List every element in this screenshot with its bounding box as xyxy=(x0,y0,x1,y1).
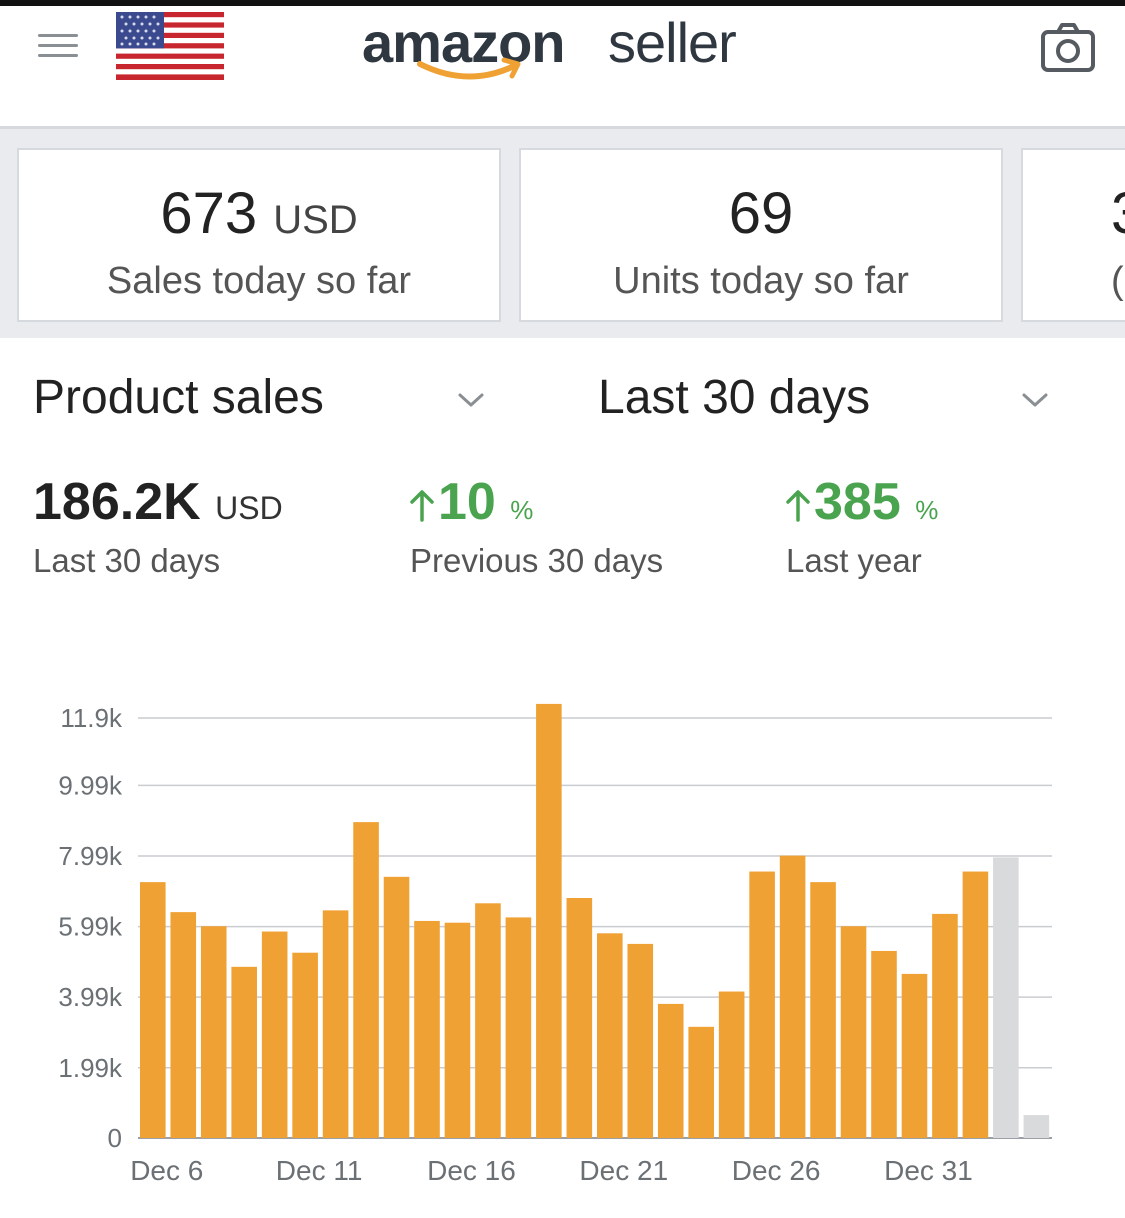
arrow-up-icon xyxy=(786,490,810,523)
units-today-value: 69 xyxy=(728,181,794,246)
x-tick-label: Dec 16 xyxy=(427,1155,516,1186)
bar[interactable] xyxy=(566,898,593,1138)
x-tick-label: Dec 6 xyxy=(130,1155,203,1186)
logo-word-seller: seller xyxy=(608,11,737,74)
bar[interactable] xyxy=(749,871,775,1138)
last-year-value-row: 385 % xyxy=(786,472,938,534)
us-flag-icon[interactable] xyxy=(116,12,224,80)
bar[interactable] xyxy=(688,1026,714,1138)
bar[interactable] xyxy=(1023,1115,1050,1138)
total-sales-value-row: 186.2K USD xyxy=(33,472,283,534)
bar[interactable] xyxy=(505,917,532,1138)
bar[interactable] xyxy=(810,882,836,1138)
bar[interactable] xyxy=(261,931,288,1138)
units-today-card[interactable]: 69 Units today so far xyxy=(519,148,1003,322)
smile-arrow-icon xyxy=(417,57,521,80)
bar[interactable] xyxy=(414,920,440,1138)
camera-icon[interactable] xyxy=(1040,22,1096,74)
bar[interactable] xyxy=(932,913,958,1138)
metric-dropdown[interactable]: Product sales xyxy=(33,370,324,425)
bar[interactable] xyxy=(292,952,318,1138)
total-sales-stat: 186.2K USD Last 30 days xyxy=(33,472,283,580)
previous-period-label: Previous 30 days xyxy=(410,542,664,579)
bar[interactable] xyxy=(200,926,227,1138)
previous-period-value: 10 xyxy=(438,473,496,531)
chevron-down-icon[interactable] xyxy=(1020,390,1050,410)
bar[interactable] xyxy=(322,910,349,1138)
x-tick-label: Dec 21 xyxy=(579,1155,668,1186)
x-tick-label: Dec 11 xyxy=(276,1155,363,1186)
previous-period-unit: % xyxy=(510,495,534,525)
third-card-value: 3 xyxy=(1023,180,1125,247)
y-tick-label: 9.99k xyxy=(58,770,123,800)
sales-today-value-row: 673 USD xyxy=(19,180,499,247)
third-card-label: ( xyxy=(1111,260,1124,302)
bar[interactable] xyxy=(657,1003,684,1138)
bar[interactable] xyxy=(444,922,471,1138)
bar[interactable] xyxy=(840,926,867,1138)
amazon-seller-logo: amazon seller xyxy=(362,6,782,86)
chart-selectors: Product sales Last 30 days xyxy=(0,338,1125,448)
y-tick-label: 11.9k xyxy=(60,703,123,733)
bar[interactable] xyxy=(140,882,166,1138)
bar[interactable] xyxy=(536,703,562,1138)
last-year-label: Last year xyxy=(786,542,922,579)
total-sales-unit: USD xyxy=(215,490,283,526)
bar[interactable] xyxy=(871,950,897,1138)
bar[interactable] xyxy=(718,991,745,1138)
previous-period-value-row: 10 % xyxy=(410,472,663,534)
chevron-down-icon[interactable] xyxy=(456,390,486,410)
y-tick-label: 7.99k xyxy=(58,841,123,871)
bar[interactable] xyxy=(475,903,501,1138)
bar[interactable] xyxy=(597,933,623,1138)
bar[interactable] xyxy=(993,857,1019,1138)
sales-today-card[interactable]: 673 USD Sales today so far xyxy=(17,148,501,322)
last-year-value: 385 xyxy=(814,473,901,531)
arrow-up-icon xyxy=(410,490,434,523)
y-tick-label: 3.99k xyxy=(58,982,123,1012)
sales-bar-chart[interactable]: 0 1.99k 3.99k 5.99k 7.99k 9.99k 11.9k Dec 6 Dec … xyxy=(0,690,1125,1210)
bar[interactable] xyxy=(627,943,654,1138)
app-header: amazon seller xyxy=(0,6,1125,126)
y-tick-label: 1.99k xyxy=(58,1053,123,1083)
bar[interactable] xyxy=(383,876,410,1138)
y-tick-label: 5.99k xyxy=(58,912,123,942)
hamburger-menu-icon[interactable] xyxy=(38,34,78,60)
total-sales-label: Last 30 days xyxy=(33,542,221,579)
bar[interactable] xyxy=(353,822,379,1138)
date-range-dropdown[interactable]: Last 30 days xyxy=(598,370,870,425)
bar[interactable] xyxy=(779,855,806,1138)
last-year-unit: % xyxy=(915,495,939,525)
x-tick-label: Dec 31 xyxy=(884,1155,973,1186)
units-today-label: Units today so far xyxy=(613,260,909,302)
third-summary-card[interactable]: 3 ( xyxy=(1021,148,1125,322)
bar[interactable] xyxy=(170,912,197,1138)
sales-today-value: 673 xyxy=(160,181,258,246)
last-year-stat: 385 % Last year xyxy=(786,472,938,580)
sales-today-unit: USD xyxy=(273,198,358,242)
sales-today-label: Sales today so far xyxy=(106,260,412,302)
bar[interactable] xyxy=(901,973,928,1138)
previous-period-stat: 10 % Previous 30 days xyxy=(410,472,663,580)
total-sales-value: 186.2K xyxy=(33,473,201,531)
y-tick-label: 0 xyxy=(108,1123,122,1153)
x-tick-label: Dec 26 xyxy=(732,1155,821,1186)
bar[interactable] xyxy=(231,966,257,1138)
bar[interactable] xyxy=(962,871,989,1138)
